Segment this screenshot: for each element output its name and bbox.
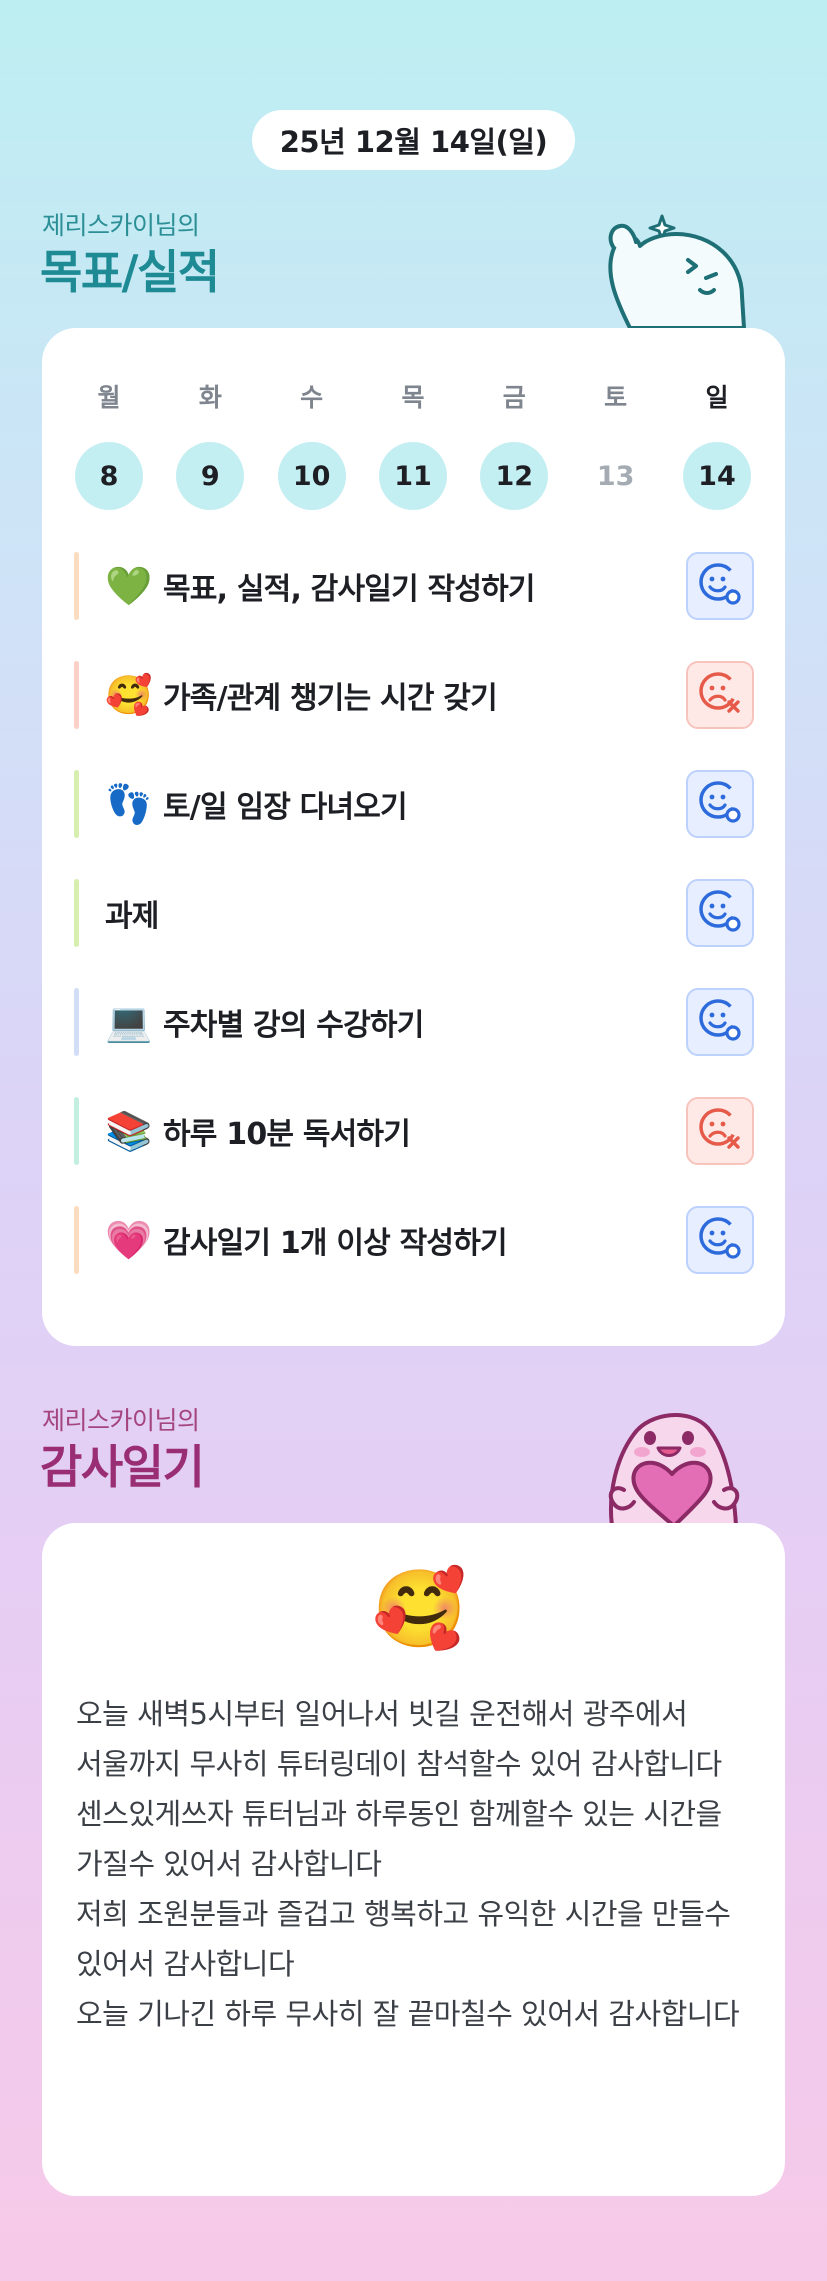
goals-card: 월 8 화 9 수 10 목 11 금 12 토 13 일 14 💚 목표, 실적… <box>42 328 785 1346</box>
goal-color-bar <box>74 1206 79 1274</box>
goal-item[interactable]: 👣 토/일 임장 다녀오기 <box>74 770 754 838</box>
goal-missed-button[interactable] <box>686 1097 754 1165</box>
goal-text: 하루 10분 독서하기 <box>163 1117 411 1152</box>
day-label: 월 <box>97 383 121 412</box>
day-tue[interactable]: 화 9 <box>176 378 245 510</box>
goal-color-bar <box>74 988 79 1056</box>
day-sat[interactable]: 토 13 <box>582 378 650 510</box>
day-number[interactable]: 13 <box>582 442 650 510</box>
smiley-check-icon <box>696 560 744 612</box>
goal-item[interactable]: 🥰 가족/관계 챙기는 시간 갖기 <box>74 661 754 729</box>
goal-emoji-icon: 📚 <box>105 1108 153 1153</box>
goal-item[interactable]: 💻 주차별 강의 수강하기 <box>74 988 754 1056</box>
goal-text: 과제 <box>105 899 159 934</box>
white-mascot-waving-icon <box>608 214 746 330</box>
day-number[interactable]: 10 <box>277 442 346 510</box>
goal-missed-button[interactable] <box>686 661 754 729</box>
sad-x-icon <box>696 669 744 721</box>
goal-emoji-icon: 🥰 <box>105 672 153 717</box>
day-mon[interactable]: 월 8 <box>75 378 143 510</box>
day-label: 금 <box>502 383 526 412</box>
pink-mascot-heart-icon <box>608 1413 740 1526</box>
diary-card: 🥰 오늘 새벽5시부터 일어나서 빗길 운전해서 광주에서 서울까지 무사히 튜… <box>42 1523 785 2196</box>
goal-emoji-icon: 👣 <box>105 781 153 826</box>
goal-color-bar <box>74 1097 79 1165</box>
diary-section-title: 감사일기 <box>40 1440 205 1494</box>
day-label: 토 <box>604 383 628 412</box>
day-wed[interactable]: 수 10 <box>277 378 346 510</box>
goal-done-button[interactable] <box>686 988 754 1056</box>
day-label: 화 <box>198 383 222 412</box>
week-calendar: 월 8 화 9 수 10 목 11 금 12 토 13 일 14 <box>75 378 751 510</box>
goal-emoji-icon: 💗 <box>105 1217 153 1262</box>
day-number[interactable]: 12 <box>480 442 549 510</box>
sad-x-icon <box>696 1105 744 1157</box>
day-thu[interactable]: 목 11 <box>378 378 447 510</box>
date-pill: 25년 12월 14일(일) <box>252 110 575 170</box>
day-number[interactable]: 14 <box>682 442 751 510</box>
goal-color-bar <box>74 661 79 729</box>
goal-done-button[interactable] <box>686 770 754 838</box>
diary-text: 오늘 새벽5시부터 일어나서 빗길 운전해서 광주에서 서울까지 무사히 튜터링… <box>76 1697 740 2031</box>
day-label: 목 <box>401 383 425 412</box>
goal-done-button[interactable] <box>686 552 754 620</box>
smiley-check-icon <box>696 778 744 830</box>
goal-item[interactable]: 과제 <box>74 879 754 947</box>
goal-emoji-icon: 💻 <box>105 999 153 1044</box>
goal-text: 주차별 강의 수강하기 <box>163 1008 424 1043</box>
goal-item[interactable]: 💚 목표, 실적, 감사일기 작성하기 <box>74 552 754 620</box>
goal-text: 가족/관계 챙기는 시간 갖기 <box>163 681 498 716</box>
smiley-check-icon <box>696 996 744 1048</box>
day-sun[interactable]: 일 14 <box>682 378 751 510</box>
goal-color-bar <box>74 879 79 947</box>
goal-text: 감사일기 1개 이상 작성하기 <box>163 1226 508 1261</box>
goal-item[interactable]: 📚 하루 10분 독서하기 <box>74 1097 754 1165</box>
goal-emoji-icon: 💚 <box>105 563 153 608</box>
day-number[interactable]: 11 <box>378 442 447 510</box>
goals-section-title: 목표/실적 <box>40 245 220 299</box>
day-fri[interactable]: 금 12 <box>480 378 549 510</box>
goal-done-button[interactable] <box>686 1206 754 1274</box>
day-number[interactable]: 9 <box>176 442 245 510</box>
smiling-hearts-emoji-icon: 🥰 <box>372 1564 467 1653</box>
goal-item[interactable]: 💗 감사일기 1개 이상 작성하기 <box>74 1206 754 1274</box>
goal-color-bar <box>74 770 79 838</box>
day-label: 일 <box>705 383 729 412</box>
goal-text: 목표, 실적, 감사일기 작성하기 <box>163 572 536 607</box>
day-label: 수 <box>300 383 324 412</box>
goal-done-button[interactable] <box>686 879 754 947</box>
smiley-check-icon <box>696 887 744 939</box>
goal-text: 토/일 임장 다녀오기 <box>163 790 408 825</box>
smiley-check-icon <box>696 1214 744 1266</box>
day-number[interactable]: 8 <box>75 442 143 510</box>
goal-color-bar <box>74 552 79 620</box>
